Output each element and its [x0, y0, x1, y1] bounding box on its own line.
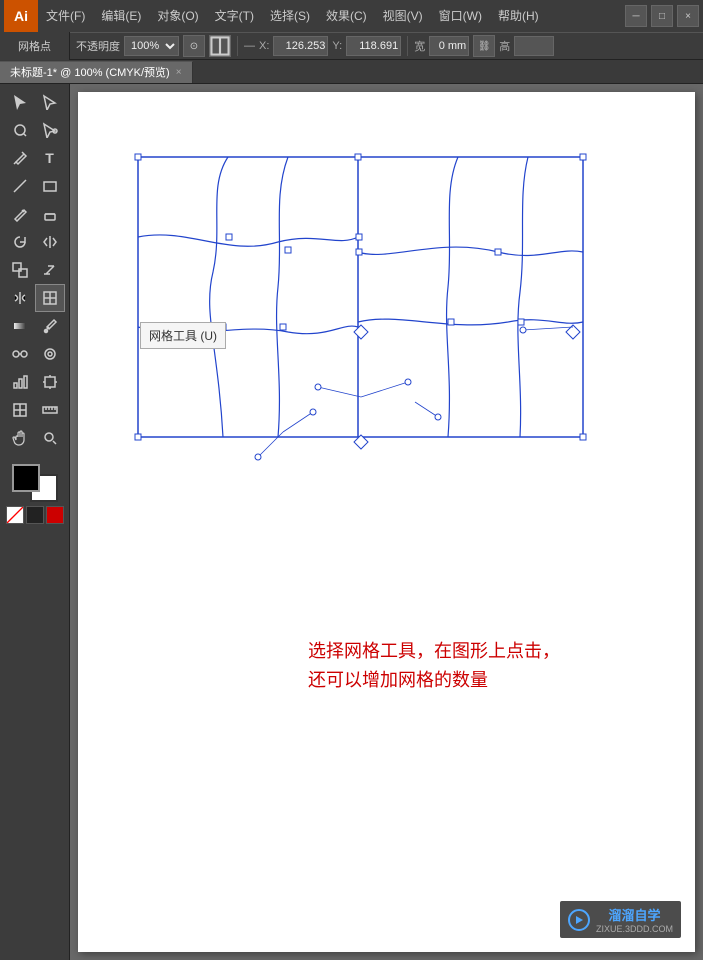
opacity-label: 不透明度	[76, 38, 120, 54]
opacity-options[interactable]: ⊙	[183, 35, 205, 57]
canvas-area: 网格工具 (U)	[70, 84, 703, 960]
group-select-tool[interactable]	[35, 116, 65, 144]
menu-select[interactable]: 选择(S)	[262, 0, 318, 32]
color-swatches[interactable]	[12, 464, 58, 502]
x-label: X:	[259, 40, 269, 52]
hand-tool[interactable]	[5, 424, 35, 452]
pen-tool[interactable]	[5, 144, 35, 172]
rotate-tool[interactable]	[5, 228, 35, 256]
menu-file[interactable]: 文件(F)	[38, 0, 93, 32]
menu-bar: Ai 文件(F) 编辑(E) 对象(O) 文字(T) 选择(S) 效果(C) 视…	[0, 0, 703, 32]
blend-tool[interactable]	[5, 340, 35, 368]
width-label: 宽	[414, 38, 425, 54]
select-tool[interactable]	[5, 88, 35, 116]
mesh-tool[interactable]	[35, 284, 65, 312]
eraser-tool[interactable]	[35, 200, 65, 228]
black-color[interactable]	[26, 506, 44, 524]
menu-window[interactable]: 窗口(W)	[431, 0, 490, 32]
scale-tool[interactable]	[5, 256, 35, 284]
ai-logo: Ai	[4, 0, 38, 32]
rect-tool[interactable]	[35, 172, 65, 200]
annotation-text: 选择网格工具，在图形上点击， 还可以增加网格的数量	[308, 637, 560, 695]
x-coord-label: —	[244, 40, 255, 52]
document-tab[interactable]: 未标题-1* @ 100% (CMYK/预览) ×	[0, 61, 193, 83]
white-canvas: 网格工具 (U)	[78, 92, 695, 952]
left-toolbar: T	[0, 84, 70, 960]
mesh-drawing	[128, 147, 593, 627]
eyedropper-tool[interactable]	[35, 312, 65, 340]
lasso-tool[interactable]	[5, 116, 35, 144]
y-label: Y:	[332, 40, 342, 52]
height-label: 高	[499, 38, 510, 54]
shear-tool[interactable]	[35, 256, 65, 284]
type-tool[interactable]: T	[35, 144, 65, 172]
y-input[interactable]	[346, 36, 401, 56]
menu-view[interactable]: 视图(V)	[375, 0, 431, 32]
line-tool[interactable]	[5, 172, 35, 200]
width-input[interactable]	[429, 36, 469, 56]
opacity-icon2[interactable]	[209, 35, 231, 57]
tab-close-btn[interactable]: ×	[176, 62, 182, 84]
watermark-text: 溜溜自学 ZIXUE.3DDD.COM	[596, 905, 673, 934]
red-color[interactable]	[46, 506, 64, 524]
height-input[interactable]	[514, 36, 554, 56]
play-icon	[568, 909, 590, 931]
slice-tool[interactable]	[5, 396, 35, 424]
x-input[interactable]	[273, 36, 328, 56]
menu-object[interactable]: 对象(O)	[149, 0, 206, 32]
menu-help[interactable]: 帮助(H)	[490, 0, 547, 32]
none-color[interactable]	[6, 506, 24, 524]
zoom-tool[interactable]	[35, 424, 65, 452]
link-proportions[interactable]: ⛓	[473, 35, 495, 57]
width-tool[interactable]	[5, 284, 35, 312]
ruler-tool[interactable]	[35, 396, 65, 424]
artboard-tool[interactable]	[35, 368, 65, 396]
grid-point-label: 网格点	[0, 32, 70, 60]
foreground-color[interactable]	[12, 464, 40, 492]
symbol-tool[interactable]	[35, 340, 65, 368]
window-close[interactable]: ×	[677, 5, 699, 27]
menu-effect[interactable]: 效果(C)	[318, 0, 375, 32]
main-area: T	[0, 84, 703, 960]
direct-select-tool[interactable]	[35, 88, 65, 116]
menu-text[interactable]: 文字(T)	[207, 0, 262, 32]
reflect-tool[interactable]	[35, 228, 65, 256]
graph-tool[interactable]	[5, 368, 35, 396]
window-restore[interactable]: □	[651, 5, 673, 27]
menu-edit[interactable]: 编辑(E)	[93, 0, 149, 32]
window-minimize[interactable]: ─	[625, 5, 647, 27]
pencil-tool[interactable]	[5, 200, 35, 228]
gradient-tool[interactable]	[5, 312, 35, 340]
opacity-select[interactable]: 100%	[124, 36, 179, 56]
tab-bar: 未标题-1* @ 100% (CMYK/预览) ×	[0, 60, 703, 84]
watermark: 溜溜自学 ZIXUE.3DDD.COM	[560, 901, 681, 938]
